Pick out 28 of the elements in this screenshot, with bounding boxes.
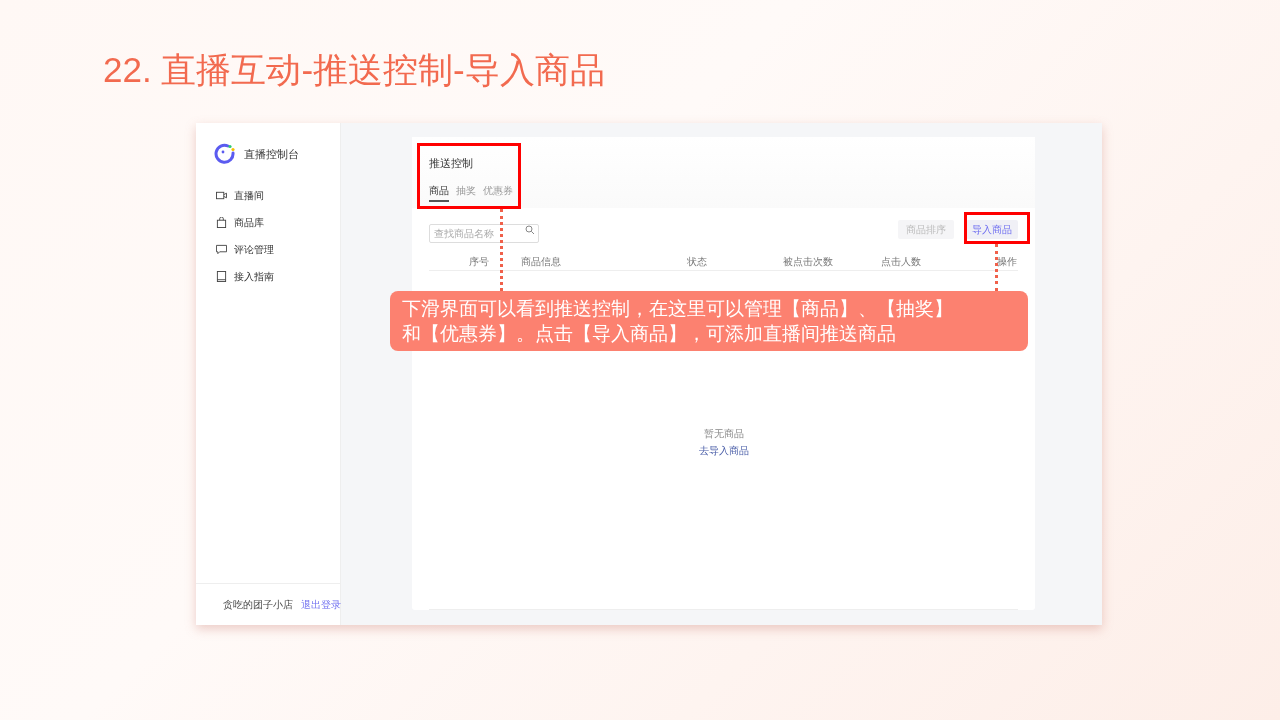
shop-name: 贪吃的团子小店 <box>223 598 293 612</box>
search-field[interactable]: 查找商品名称 <box>429 224 539 243</box>
comment-icon <box>216 243 227 255</box>
nav-item[interactable]: 评论管理 <box>216 241 340 257</box>
column-header: 状态 <box>687 255 708 269</box>
nav-item[interactable]: 商品库 <box>216 214 340 230</box>
video-camera-icon <box>216 189 227 201</box>
logo-icon <box>214 143 236 165</box>
annotation-text: 下滑界面可以看到推送控制，在这里可以管理【商品】、【抽奖】和【优惠券】。点击【导入商品】，可添加直播间推送商品 <box>402 297 954 346</box>
column-header: 商品信息 <box>520 255 562 269</box>
book-icon <box>216 270 227 282</box>
panel-title: 推送控制 <box>429 156 474 171</box>
brand-title: 直播控制台 <box>244 146 299 162</box>
column-header: 被点击次数 <box>783 255 834 269</box>
bag-icon <box>216 216 227 228</box>
search-icon <box>525 224 535 235</box>
column-header: 操作 <box>996 255 1017 269</box>
column-header: 序号 <box>468 255 490 269</box>
nav-item[interactable]: 接入指南 <box>216 268 340 284</box>
slide-title: 22. 直播互动-推送控制-导入商品 <box>102 49 606 91</box>
import-link[interactable]: 去导入商品 <box>698 443 749 458</box>
tab[interactable]: 商品 <box>429 183 449 202</box>
highlight-frame <box>964 212 1030 244</box>
logout-link[interactable]: 退出登录 <box>301 597 341 612</box>
empty-message: 暂无商品 <box>703 427 744 441</box>
action-button[interactable]: 导入商品 <box>966 220 1018 239</box>
column-header: 点击人数 <box>881 255 922 269</box>
nav-item[interactable]: 直播间 <box>216 187 340 203</box>
